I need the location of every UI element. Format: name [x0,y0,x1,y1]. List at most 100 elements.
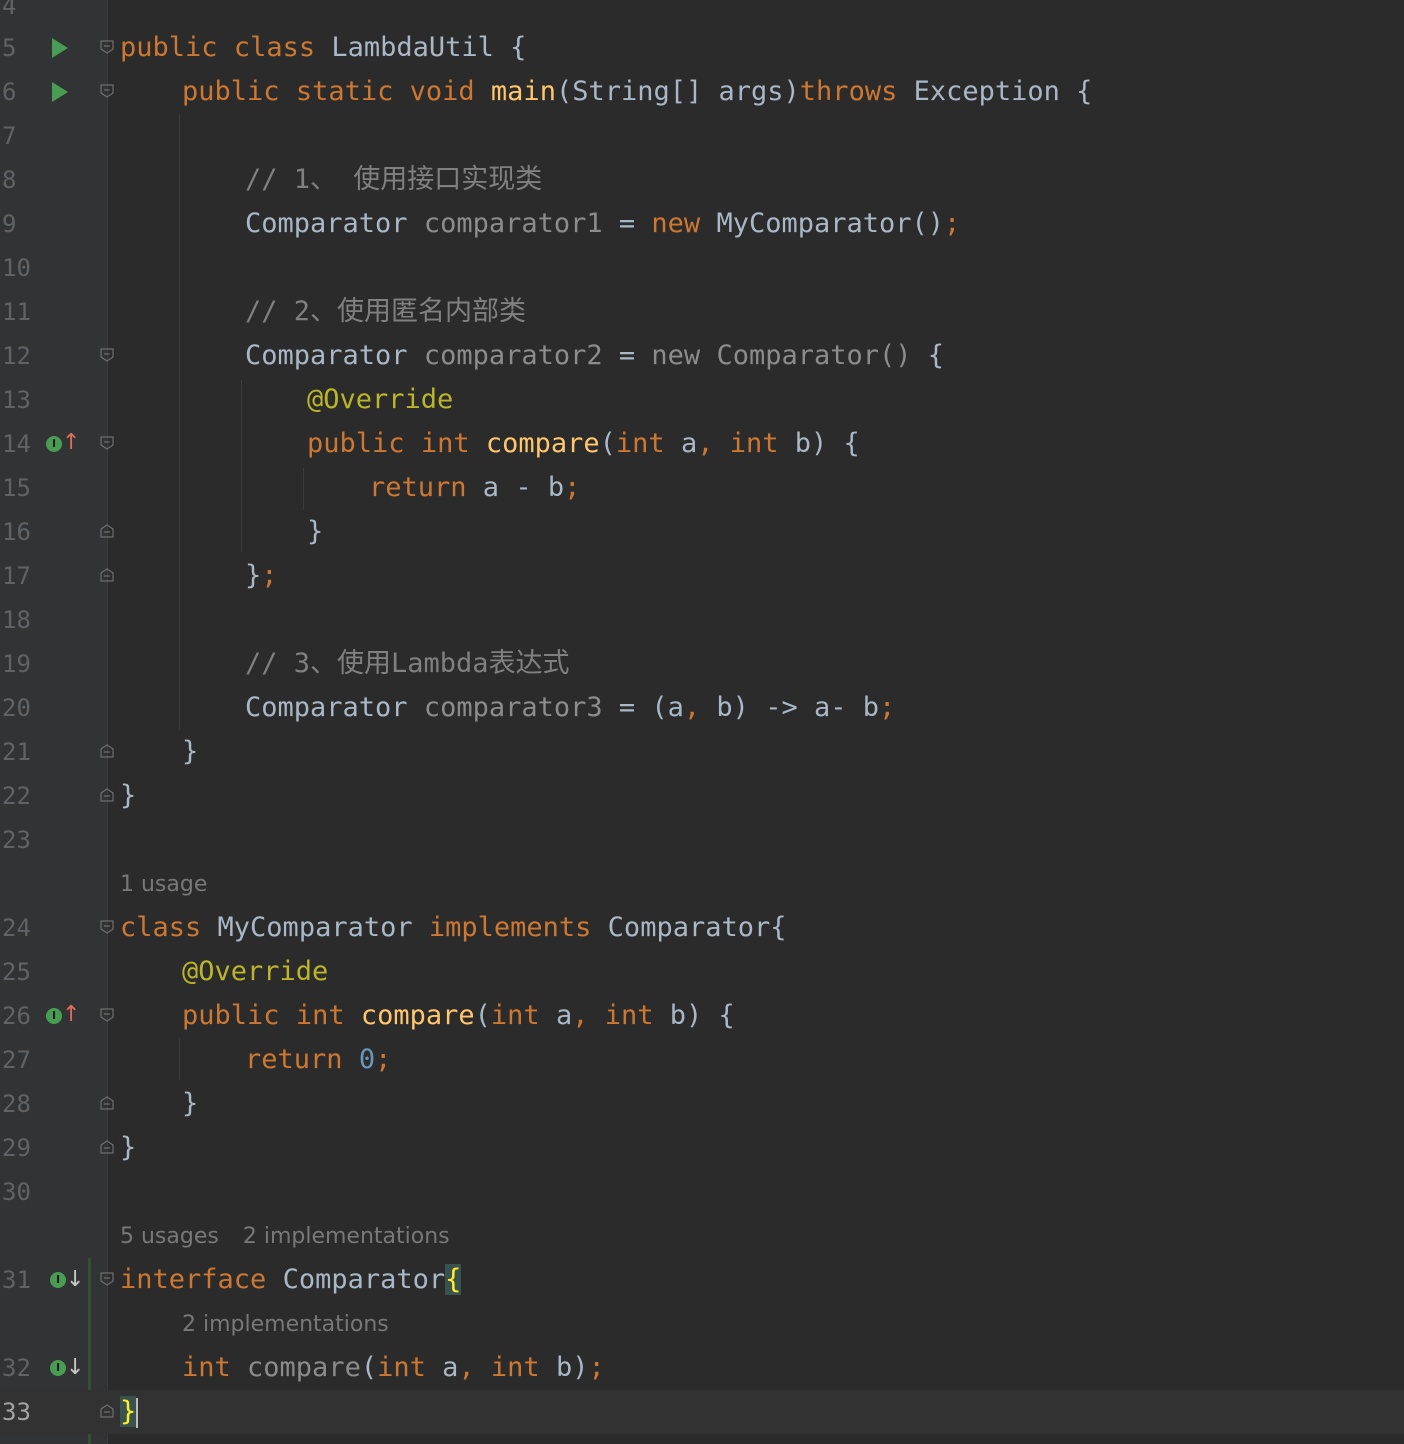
line-number: 15 [2,474,31,502]
implementing-method-icon[interactable]: I [46,1008,62,1024]
line-number: 11 [2,298,31,326]
line-number: 8 [2,166,17,194]
code-comment[interactable]: // 3、使用Lambda表达式 [245,642,570,686]
implementing-method-icon[interactable]: I [46,436,62,452]
fold-marker-icon[interactable] [100,788,114,802]
code-line[interactable]: 20 Comparator comparator3 = (a, b) -> a-… [0,686,1404,730]
text-caret [136,1397,139,1428]
code-line[interactable]: 16 } [0,510,1404,554]
fold-marker-icon[interactable] [100,1096,114,1110]
code-line[interactable]: 25 @Override [0,950,1404,994]
implemented-method-icon[interactable]: I [50,1360,66,1376]
code-text[interactable]: } [307,510,323,554]
line-number: 4 [2,0,17,20]
code-text[interactable]: public class LambdaUtil { [120,26,526,70]
code-text[interactable]: } [182,1082,198,1126]
code-line[interactable]: 29 } [0,1126,1404,1170]
code-line[interactable]: 17 }; [0,554,1404,598]
code-text[interactable]: int compare(int a, int b); [182,1346,605,1390]
code-line[interactable]: 5 public class LambdaUtil { [0,26,1404,70]
fold-marker-icon[interactable] [100,920,114,934]
code-line[interactable]: 27 return 0; [0,1038,1404,1082]
code-line[interactable]: 6 public static void main(String[] args)… [0,70,1404,114]
code-line[interactable]: 9 Comparator comparator1 = new MyCompara… [0,202,1404,246]
line-number: 7 [2,122,17,150]
fold-marker-icon[interactable] [100,436,114,450]
current-code-line[interactable]: 33 } [0,1390,1404,1434]
code-text[interactable]: interface Comparator{ [120,1258,462,1302]
implemented-method-icon[interactable]: I [50,1272,66,1288]
code-line[interactable]: 8 // 1、 使用接口实现类 [0,158,1404,202]
code-line[interactable]: 26 I ↑ public int compare(int a, int b) … [0,994,1404,1038]
code-text[interactable]: return 0; [245,1038,391,1082]
code-line[interactable]: 32 I ↓ int compare(int a, int b); [0,1346,1404,1390]
code-line[interactable]: 13 @Override [0,378,1404,422]
code-annotation[interactable]: @Override [182,950,328,994]
line-number: 23 [2,826,31,854]
line-number: 18 [2,606,31,634]
code-text[interactable]: } [120,1390,139,1434]
code-text[interactable]: public int compare(int a, int b) { [307,422,860,466]
code-text[interactable]: return a - b; [369,466,580,510]
line-number: 32 [2,1354,31,1382]
code-text[interactable]: } [120,1126,136,1170]
code-text[interactable]: Comparator comparator1 = new MyComparato… [245,202,960,246]
arrow-up-icon[interactable]: ↑ [62,432,80,454]
usages-link[interactable]: 5 usages [120,1224,219,1249]
arrow-down-icon[interactable]: ↓ [66,1269,84,1291]
code-line[interactable]: 31 I ↓ interface Comparator{ [0,1258,1404,1302]
line-number: 16 [2,518,31,546]
arrow-down-icon[interactable]: ↓ [66,1357,84,1379]
code-line[interactable]: 11 // 2、使用匿名内部类 [0,290,1404,334]
code-text[interactable]: public int compare(int a, int b) { [182,994,735,1038]
fold-marker-icon[interactable] [100,1272,114,1286]
implementations-link[interactable]: 2 implementations [243,1224,450,1249]
code-line[interactable]: 24 class MyComparator implements Compara… [0,906,1404,950]
code-line[interactable]: 30 [0,1170,1404,1214]
run-icon[interactable] [52,38,68,58]
fold-marker-icon[interactable] [100,1008,114,1022]
fold-marker-icon[interactable] [100,348,114,362]
code-text[interactable]: public static void main(String[] args)th… [182,70,1092,114]
code-line[interactable]: 12 Comparator comparator2 = new Comparat… [0,334,1404,378]
fold-marker-icon[interactable] [100,1404,114,1418]
code-line[interactable]: 19 // 3、使用Lambda表达式 [0,642,1404,686]
code-line[interactable]: 4 [0,0,1404,28]
code-annotation[interactable]: @Override [307,378,453,422]
usages-hint[interactable]: 1 usage [120,863,231,907]
fold-marker-icon[interactable] [100,524,114,538]
code-line[interactable]: 22 } [0,774,1404,818]
fold-marker-icon[interactable] [100,568,114,582]
code-comment[interactable]: // 1、 使用接口实现类 [245,158,542,202]
line-number: 5 [2,34,17,62]
code-line[interactable]: 10 [0,246,1404,290]
fold-marker-icon[interactable] [100,1140,114,1154]
line-number: 30 [2,1178,31,1206]
line-number: 6 [2,78,17,106]
line-number: 17 [2,562,31,590]
fold-marker-icon[interactable] [100,744,114,758]
code-line[interactable]: 15 return a - b; [0,466,1404,510]
code-text[interactable]: Comparator comparator3 = (a, b) -> a- b; [245,686,895,730]
line-number: 19 [2,650,31,678]
code-line[interactable]: 18 [0,598,1404,642]
arrow-up-icon[interactable]: ↑ [62,1004,80,1026]
code-text[interactable]: } [120,774,136,818]
code-text[interactable]: class MyComparator implements Comparator… [120,906,787,950]
implementations-hint[interactable]: 2 implementations [182,1303,413,1347]
code-comment[interactable]: // 2、使用匿名内部类 [245,290,526,334]
line-number: 22 [2,782,31,810]
fold-marker-icon[interactable] [100,84,114,98]
code-line[interactable]: 14 I ↑ public int compare(int a, int b) … [0,422,1404,466]
code-text[interactable]: } [182,730,198,774]
code-text[interactable]: }; [245,554,278,598]
line-number: 27 [2,1046,31,1074]
code-line[interactable]: 28 } [0,1082,1404,1126]
code-text[interactable]: Comparator comparator2 = new Comparator(… [245,334,944,378]
fold-marker-icon[interactable] [100,40,114,54]
code-line[interactable]: 7 [0,114,1404,158]
code-line[interactable]: 23 [0,818,1404,862]
code-line[interactable]: 21 } [0,730,1404,774]
run-icon[interactable] [52,82,68,102]
usages-hint[interactable]: 5 usages 2 implementations [120,1215,474,1259]
